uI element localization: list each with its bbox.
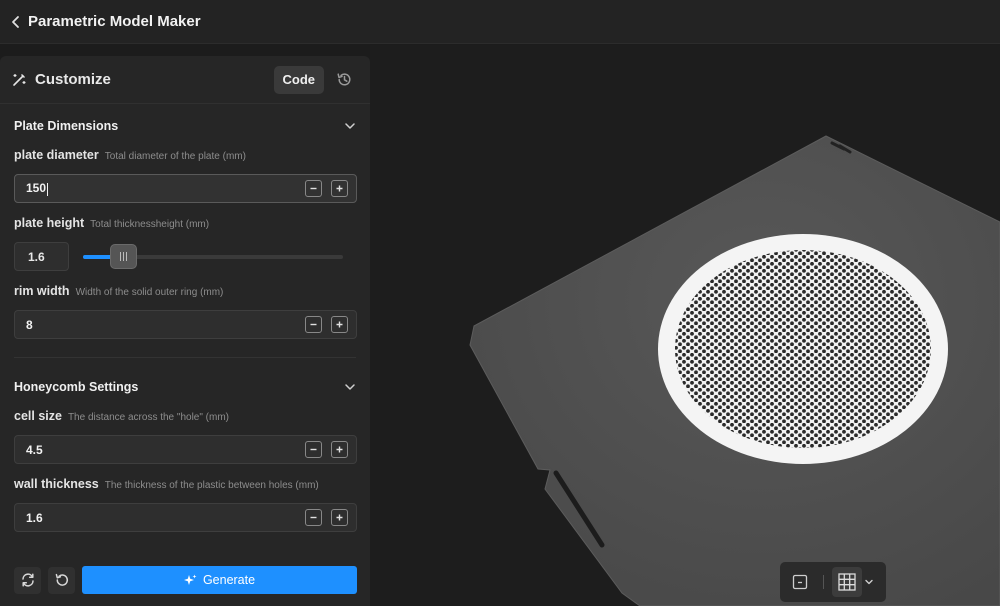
param-description: Total diameter of the plate (mm): [104, 151, 246, 162]
decrement-button[interactable]: [305, 441, 322, 458]
param-name: rim width: [14, 284, 70, 298]
wall-thickness-param: wall thickness The thickness of the plas…: [14, 477, 357, 532]
slider-handle[interactable]: [109, 243, 137, 269]
panel-title: Customize: [35, 71, 111, 88]
param-description: The thickness of the plastic between hol…: [104, 480, 319, 491]
honeycomb-settings-section: Honeycomb Settings cell size The distanc…: [0, 365, 370, 532]
increment-button[interactable]: [331, 316, 348, 333]
box-view-icon: [792, 574, 808, 590]
cell-size-param: cell size The distance across the "hole"…: [14, 409, 357, 464]
plate-diameter-input[interactable]: 150: [14, 174, 357, 203]
chevron-down-icon: [345, 384, 355, 390]
reset-button[interactable]: [48, 566, 75, 594]
code-button[interactable]: Code: [273, 65, 324, 94]
chevron-down-icon: [345, 123, 355, 129]
cell-size-input[interactable]: 4.5: [14, 435, 357, 464]
section-divider: [14, 357, 356, 358]
generate-button[interactable]: Generate: [82, 566, 357, 594]
param-name: wall thickness: [14, 477, 99, 491]
chevron-down-icon: [865, 579, 873, 585]
history-icon: [336, 73, 351, 86]
sparkle-icon: [183, 574, 197, 585]
param-value: 8: [26, 317, 33, 332]
plate-dimensions-section: Plate Dimensions plate diameter Total di…: [0, 104, 370, 339]
wall-thickness-input[interactable]: 1.6: [14, 503, 357, 532]
generate-label: Generate: [202, 573, 256, 587]
regenerate-button[interactable]: [14, 566, 41, 594]
decrement-button[interactable]: [305, 180, 322, 197]
undo-icon: [55, 573, 68, 586]
param-description: The distance across the "hole" (mm): [67, 412, 230, 423]
plate-height-param: plate height Total thicknessheight (mm) …: [14, 216, 356, 271]
rim-width-input[interactable]: 8: [14, 310, 357, 339]
minus-icon: [310, 516, 317, 519]
plate-height-slider[interactable]: [83, 243, 343, 269]
grid-icon: [838, 573, 856, 591]
increment-button[interactable]: [331, 509, 348, 526]
minus-icon: [310, 187, 317, 190]
plate-diameter-param: plate diameter Total diameter of the pla…: [14, 148, 357, 203]
plus-icon: [336, 514, 343, 521]
text-caret: [47, 182, 49, 196]
increment-button[interactable]: [331, 180, 348, 197]
section-title: Honeycomb Settings: [14, 380, 139, 394]
fit-view-button[interactable]: [785, 567, 815, 597]
section-title: Plate Dimensions: [14, 119, 119, 133]
plus-icon: [336, 321, 343, 328]
honeycomb-settings-header[interactable]: Honeycomb Settings: [14, 365, 356, 409]
back-button[interactable]: [4, 10, 28, 34]
param-name: plate diameter: [14, 148, 99, 162]
param-description: Width of the solid outer ring (mm): [75, 287, 224, 298]
3d-viewport[interactable]: [370, 45, 1000, 606]
param-name: cell size: [14, 409, 62, 423]
view-toolbar: [780, 562, 886, 602]
app-title: Parametric Model Maker: [28, 13, 201, 30]
plus-icon: [336, 446, 343, 453]
param-name: plate height: [14, 216, 85, 230]
chevron-left-icon: [12, 15, 19, 28]
refresh-icon: [21, 573, 34, 587]
history-button[interactable]: [330, 66, 358, 94]
grid-toggle-button[interactable]: [832, 567, 862, 597]
model-preview: [469, 135, 1000, 606]
minus-icon: [310, 448, 317, 451]
param-description: Total thicknessheight (mm): [90, 219, 210, 230]
top-bar: Parametric Model Maker: [0, 0, 1000, 44]
param-value: 1.6: [26, 510, 43, 525]
customize-panel: Customize Code Plate Dimensions plate di…: [0, 56, 370, 606]
param-value: 4.5: [26, 442, 43, 457]
plate-dimensions-header[interactable]: Plate Dimensions: [14, 104, 356, 148]
magic-wand-icon: [13, 74, 26, 86]
decrement-button[interactable]: [305, 316, 322, 333]
panel-header: Customize Code: [0, 56, 370, 104]
view-options-dropdown[interactable]: [862, 567, 876, 597]
toolbar-divider: [823, 575, 824, 589]
plate-height-input[interactable]: 1.6: [14, 242, 69, 271]
plus-icon: [336, 185, 343, 192]
minus-icon: [310, 323, 317, 326]
increment-button[interactable]: [331, 441, 348, 458]
honeycomb-mesh: [675, 250, 931, 448]
param-value: 150: [26, 181, 47, 196]
action-bar: Generate: [14, 566, 357, 594]
decrement-button[interactable]: [305, 509, 322, 526]
rim-width-param: rim width Width of the solid outer ring …: [14, 284, 357, 339]
